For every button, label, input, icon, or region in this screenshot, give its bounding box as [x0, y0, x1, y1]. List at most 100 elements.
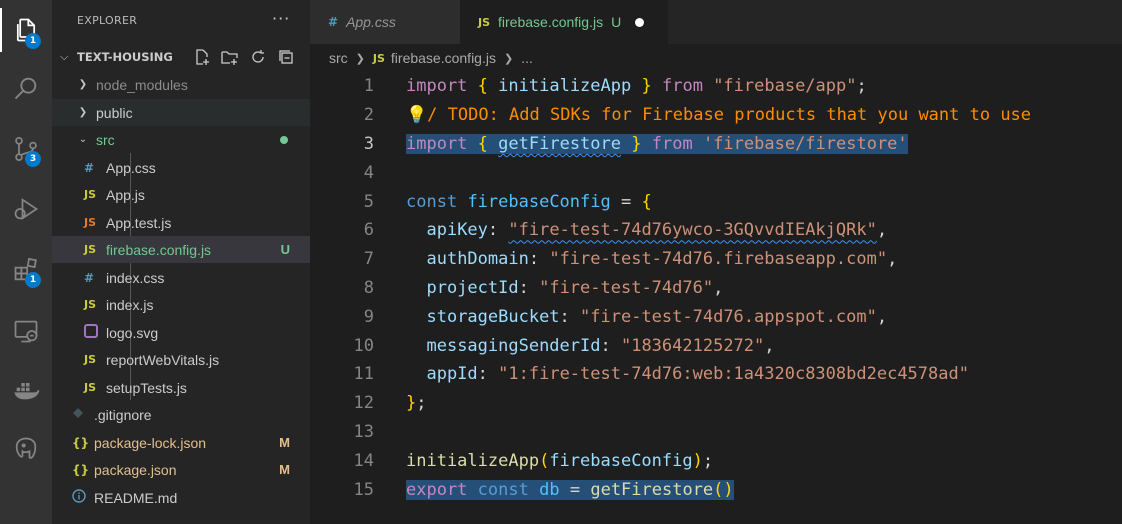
modified-flag: M	[279, 435, 290, 450]
code-text: apiKey: "fire-test-74d76ywco-3GQvvdIEAkj…	[426, 220, 888, 241]
untracked-flag: U	[611, 14, 622, 30]
docker-activity-button[interactable]	[0, 368, 52, 412]
js-file-icon: JS	[84, 353, 97, 366]
code-line: 13	[310, 418, 1122, 447]
code-line: 7 authDomain: "fire-test-74d76.firebasea…	[310, 245, 1122, 274]
tree-item-logo-svg[interactable]: logo.svg	[52, 319, 310, 346]
refresh-button[interactable]	[248, 48, 268, 66]
tree-item-label: App.js	[106, 186, 145, 203]
line-number: 2	[363, 105, 374, 126]
tree-item-label: .gitignore	[94, 406, 152, 423]
code-line: 5 const firebaseConfig = {	[310, 187, 1122, 216]
tree-item-gitignore[interactable]: .gitignore	[52, 401, 310, 428]
js-file-icon: JS	[478, 15, 491, 29]
tree-item-package-json[interactable]: {} package.json M	[52, 456, 310, 483]
tree-item-label: README.md	[94, 489, 178, 506]
database-activity-button[interactable]	[0, 427, 52, 471]
search-activity-button[interactable]	[0, 66, 52, 110]
refresh-icon	[252, 50, 264, 63]
line-number: 8	[363, 277, 374, 298]
code-text: authDomain: "fire-test-74d76.firebaseapp…	[426, 249, 898, 270]
tree-item-package-lock-json[interactable]: {} package-lock.json M	[52, 429, 310, 456]
modified-dot	[280, 135, 288, 144]
run-debug-activity-button[interactable]	[0, 187, 52, 231]
source-control-activity-button[interactable]: 3	[0, 127, 52, 171]
code-editor[interactable]: 1 import { initializeApp } from "firebas…	[310, 72, 1122, 524]
tree-item-firebase-config-js[interactable]: JS firebase.config.js U	[52, 236, 310, 263]
code-text: messagingSenderId: "183642125272",	[426, 335, 775, 356]
code-text: import { initializeApp } from "firebase/…	[406, 76, 867, 97]
explorer-toolbar	[192, 48, 296, 66]
breadcrumb-folder[interactable]: src	[329, 50, 348, 66]
line-number: 4	[363, 162, 374, 183]
project-folder-header[interactable]: ⌵ TEXT-HOUSING	[52, 44, 310, 70]
tree-item-report-web-vitals-js[interactable]: JS reportWebVitals.js	[52, 346, 310, 373]
collapse-all-button[interactable]	[276, 48, 296, 66]
js-file-icon: JS	[84, 243, 97, 256]
postgres-icon	[15, 437, 37, 459]
chevron-down-icon: ⌵	[60, 50, 69, 63]
extensions-activity-button[interactable]: 1	[0, 248, 52, 292]
line-number: 3	[363, 133, 374, 154]
tree-item-setup-tests-js[interactable]: JS setupTests.js	[52, 374, 310, 401]
tree-item-label: reportWebVitals.js	[106, 351, 220, 368]
run-debug-icon	[14, 198, 39, 220]
code-text: appId: "1:fire-test-74d76:web:1a4320c830…	[426, 364, 969, 385]
tree-item-src[interactable]: ⌄ src	[52, 126, 310, 153]
tab-app-css[interactable]: # App.css	[310, 0, 460, 44]
tree-item-index-js[interactable]: JS index.js	[52, 291, 310, 318]
json-file-icon: {}	[72, 435, 90, 450]
code-text-selected: import { getFirestore } from 'firebase/f…	[406, 133, 908, 154]
tree-item-label: firebase.config.js	[106, 241, 212, 258]
tree-item-public[interactable]: ❯ public	[52, 99, 310, 126]
line-number: 10	[353, 335, 374, 356]
modified-flag: M	[279, 462, 290, 477]
new-file-button[interactable]	[192, 48, 212, 66]
tree-item-label: public	[96, 104, 133, 121]
tree-item-readme-md[interactable]: README.md	[52, 484, 310, 511]
breadcrumb: src ❯ JS firebase.config.js ❯ ...	[310, 44, 1122, 72]
line-number: 1	[363, 76, 374, 97]
svg-file-icon	[84, 324, 106, 341]
new-file-icon	[196, 49, 209, 65]
extensions-badge: 1	[25, 272, 41, 288]
tree-item-label: index.js	[106, 296, 154, 313]
tree-item-app-test-js[interactable]: JS App.test.js	[52, 209, 310, 236]
code-line: 4	[310, 158, 1122, 187]
code-text: projectId: "fire-test-74d76",	[426, 277, 724, 298]
css-file-icon: #	[84, 270, 95, 285]
chevron-right-icon: ❯	[503, 52, 514, 65]
unsaved-dot-icon[interactable]	[635, 17, 645, 27]
new-folder-button[interactable]	[220, 48, 240, 66]
code-line: 1 import { initializeApp } from "firebas…	[310, 72, 1122, 101]
explorer-activity-button[interactable]: 1	[0, 8, 52, 52]
tree-item-label: package-lock.json	[94, 434, 207, 451]
breadcrumb-symbols[interactable]: ...	[521, 50, 533, 66]
more-actions-button[interactable]: ···	[272, 9, 290, 28]
tree-item-index-css[interactable]: # index.css	[52, 264, 310, 291]
remote-explorer-icon	[14, 320, 38, 343]
code-line: 14 initializeApp(firebaseConfig);	[310, 446, 1122, 475]
project-name: TEXT-HOUSING	[77, 50, 173, 64]
search-icon	[14, 77, 37, 100]
css-file-icon: #	[84, 160, 95, 175]
tab-firebase-config-js[interactable]: JS firebase.config.js U	[460, 0, 668, 44]
line-number: 5	[363, 191, 374, 212]
tree-item-label: index.css	[106, 269, 165, 286]
line-number: 9	[363, 306, 374, 327]
lightbulb-icon[interactable]: 💡	[406, 105, 427, 125]
sidebar-title: EXPLORER	[77, 14, 138, 27]
code-line: 11 appId: "1:fire-test-74d76:web:1a4320c…	[310, 360, 1122, 389]
code-line: 12 };	[310, 389, 1122, 418]
tree-item-app-css[interactable]: # App.css	[52, 154, 310, 181]
chevron-down-icon: ⌄	[78, 134, 88, 145]
line-number: 14	[353, 450, 374, 471]
line-number: 15	[353, 479, 374, 500]
info-icon	[72, 489, 94, 506]
remote-explorer-activity-button[interactable]	[0, 309, 52, 353]
tree-item-node-modules[interactable]: ❯ node_modules	[52, 71, 310, 98]
tree-item-label: src	[96, 131, 115, 148]
tree-item-app-js[interactable]: JS App.js	[52, 181, 310, 208]
code-line: 2 💡/ TODO: Add SDKs for Firebase product…	[310, 101, 1122, 130]
breadcrumb-file[interactable]: firebase.config.js	[391, 50, 496, 66]
